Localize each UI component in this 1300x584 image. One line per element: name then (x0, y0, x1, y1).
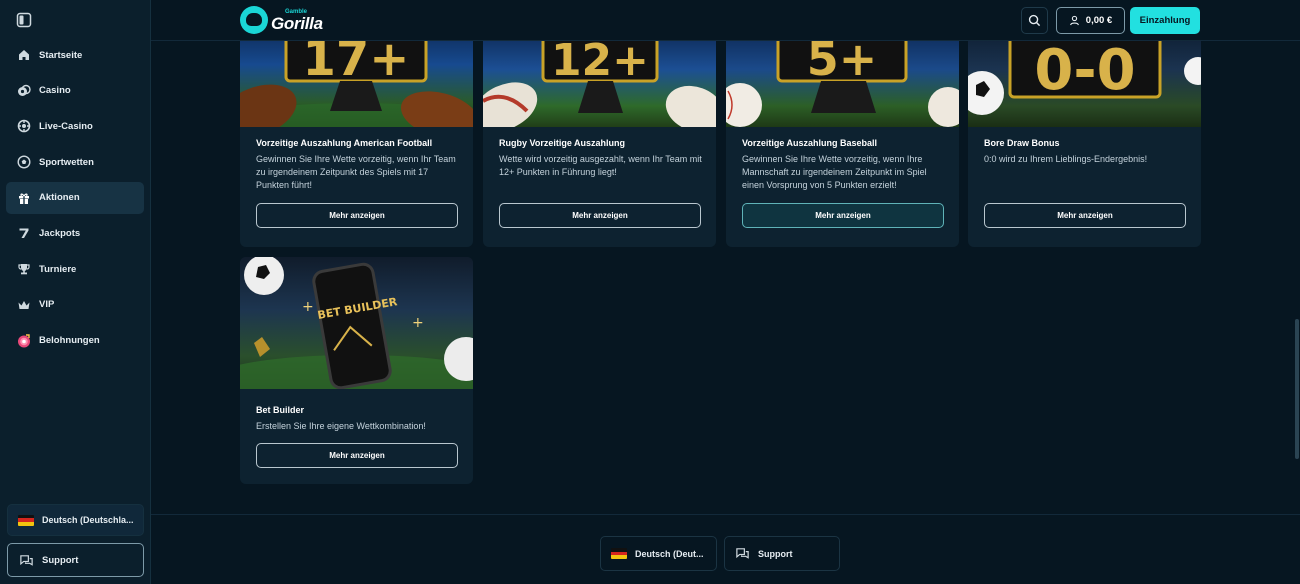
promo-card-rugby: 12+ Rugby Vorzeitige Auszahlung Wette wi… (483, 41, 716, 247)
footer-language-selector[interactable]: Deutsch (Deut... (600, 536, 717, 571)
soccer-ball-icon (17, 155, 31, 169)
footer: Deutsch (Deut... Support (151, 514, 1300, 584)
promo-badge-text: 5+ (807, 41, 878, 86)
sidebar-nav: Startseite Casino Live-Casino Sportwette… (6, 39, 144, 360)
support-button[interactable]: Support (7, 543, 144, 577)
german-flag-icon (18, 514, 34, 526)
rewards-icon (17, 333, 31, 348)
gorilla-logo-icon (240, 6, 268, 34)
sidebar-item-vip[interactable]: VIP (6, 289, 144, 321)
more-button[interactable]: Mehr anzeigen (984, 203, 1186, 228)
more-button[interactable]: Mehr anzeigen (742, 203, 944, 228)
live-casino-icon (17, 119, 31, 133)
promo-description: Wette wird vorzeitig ausgezahlt, wenn Ih… (499, 154, 702, 177)
more-button[interactable]: Mehr anzeigen (256, 443, 458, 468)
top-header: Gamble Gorilla 0,00 € Einzahlung (151, 0, 1300, 41)
home-icon (17, 48, 31, 62)
svg-text:+: + (302, 299, 314, 315)
sidebar-item-belohnungen[interactable]: Belohnungen (6, 325, 144, 357)
sidebar: Startseite Casino Live-Casino Sportwette… (0, 0, 151, 584)
sidebar-item-casino[interactable]: Casino (6, 75, 144, 107)
promo-title: Rugby Vorzeitige Auszahlung (499, 138, 626, 148)
chat-icon (736, 548, 749, 559)
sidebar-toggle-icon[interactable] (16, 12, 32, 28)
promo-image-bore-draw[interactable]: 0-0 (968, 41, 1201, 127)
sidebar-item-aktionen[interactable]: Aktionen (6, 181, 144, 214)
logo-big-text: Gorilla (271, 13, 323, 33)
promo-description: Gewinnen Sie Ihre Wette vorzeitig, wenn … (742, 154, 927, 190)
scrollbar-thumb[interactable] (1295, 319, 1299, 459)
promotions-grid: 17+ Vorzeitige Auszahlung American Footb… (151, 41, 1300, 514)
sidebar-item-label: Aktionen (39, 192, 80, 204)
sidebar-item-turniere[interactable]: Turniere (6, 253, 144, 285)
promo-description: 0:0 wird zu Ihrem Lieblings-Endergebnis! (984, 154, 1148, 164)
search-button[interactable] (1021, 7, 1048, 34)
sidebar-item-label: Sportwetten (39, 156, 94, 168)
german-flag-icon (611, 548, 627, 559)
promo-title: Bore Draw Bonus (984, 138, 1060, 148)
promo-badge-text: 12+ (551, 41, 649, 86)
deposit-button[interactable]: Einzahlung (1130, 7, 1200, 34)
logo[interactable]: Gamble Gorilla (240, 5, 323, 35)
sidebar-item-label: VIP (39, 299, 55, 311)
account-balance-button[interactable]: 0,00 € (1056, 7, 1125, 34)
search-icon (1028, 14, 1041, 27)
promo-image-american-football[interactable]: 17+ (240, 41, 473, 127)
sidebar-item-jackpots[interactable]: Jackpots (6, 217, 144, 249)
promo-card-american-football: 17+ Vorzeitige Auszahlung American Footb… (240, 41, 473, 247)
sidebar-item-label: Casino (39, 85, 71, 97)
promo-badge-text: 0-0 (1034, 41, 1135, 103)
language-label: Deutsch (Deutschla... (42, 515, 134, 525)
sidebar-item-label: Live-Casino (39, 120, 93, 132)
promo-title: Bet Builder (256, 405, 305, 415)
sidebar-item-label: Jackpots (39, 227, 81, 239)
promo-card-baseball: 5+ Vorzeitige Auszahlung Baseball Gewinn… (726, 41, 959, 247)
crown-icon (17, 298, 31, 312)
more-button[interactable]: Mehr anzeigen (499, 203, 701, 228)
trophy-icon (17, 262, 31, 276)
sidebar-item-live-casino[interactable]: Live-Casino (6, 110, 144, 142)
balance-value: 0,00 € (1085, 15, 1113, 26)
svg-text:+: + (412, 315, 424, 331)
promo-description: Erstellen Sie Ihre eigene Wettkombinatio… (256, 421, 426, 431)
seven-icon (17, 226, 31, 240)
footer-support-label: Support (758, 548, 793, 559)
footer-support-button[interactable]: Support (724, 536, 840, 571)
promo-card-bet-builder: BET BUILDER + + Bet Builder Erstellen Si… (240, 257, 473, 484)
user-icon (1069, 15, 1079, 26)
promo-title: Vorzeitige Auszahlung American Football (256, 138, 433, 148)
sidebar-item-label: Turniere (39, 263, 77, 275)
sidebar-item-label: Startseite (39, 49, 83, 61)
scrollbar[interactable] (1294, 41, 1300, 514)
promo-image-rugby[interactable]: 12+ (483, 41, 716, 127)
promo-image-baseball[interactable]: 5+ (726, 41, 959, 127)
gift-icon (17, 191, 31, 205)
promo-card-bore-draw: 0-0 Bore Draw Bonus 0:0 wird zu Ihrem Li… (968, 41, 1201, 247)
footer-language-label: Deutsch (Deut... (635, 548, 704, 559)
promo-title: Vorzeitige Auszahlung Baseball (742, 138, 878, 148)
casino-chip-icon (17, 84, 31, 98)
more-button[interactable]: Mehr anzeigen (256, 203, 458, 228)
language-selector[interactable]: Deutsch (Deutschla... (7, 504, 144, 536)
sidebar-item-label: Belohnungen (39, 335, 100, 346)
chat-icon (20, 554, 33, 566)
promo-badge-text: 17+ (302, 41, 409, 87)
promo-description: Gewinnen Sie Ihre Wette vorzeitig, wenn … (256, 154, 456, 190)
sidebar-item-startseite[interactable]: Startseite (6, 39, 144, 71)
support-label: Support (42, 554, 79, 566)
promo-image-bet-builder[interactable]: BET BUILDER + + (240, 257, 473, 389)
sidebar-item-sportwetten[interactable]: Sportwetten (6, 146, 144, 178)
